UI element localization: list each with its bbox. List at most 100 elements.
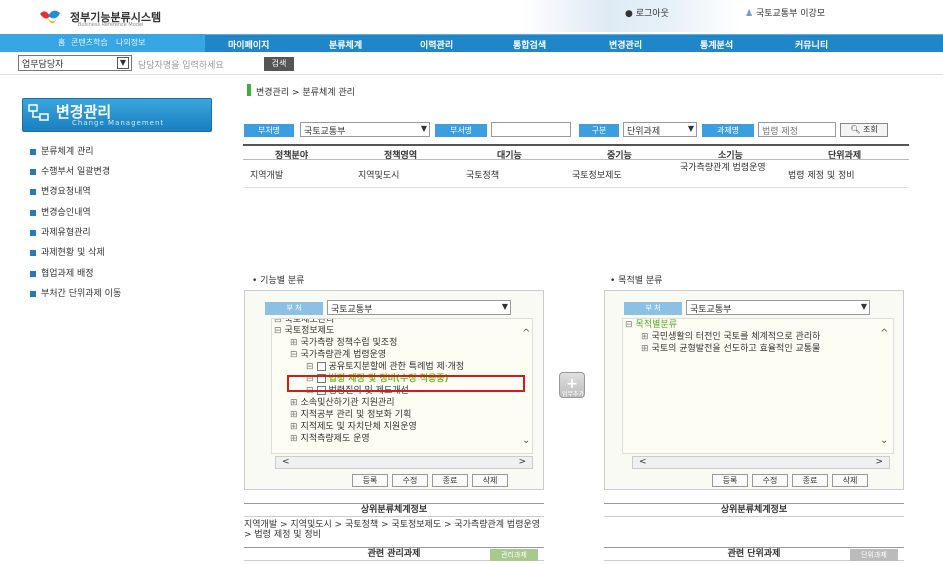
dept-input[interactable] — [491, 122, 571, 137]
tree-node[interactable]: ⊞ 소속및산하기관 지원관리 — [272, 397, 532, 409]
left-ministry-tag: 부 처 — [265, 302, 323, 315]
role-select[interactable]: 업무담당자 ▼ — [18, 55, 132, 71]
expand-icon[interactable]: ⊞ — [290, 398, 298, 408]
grid-cell[interactable]: 지역개발 — [250, 168, 283, 181]
left-ministry-select[interactable]: 국토교통부 ▼ — [327, 300, 511, 315]
right-delete-button[interactable]: 삭제 — [832, 474, 868, 487]
nav-home-link[interactable]: 홈 — [58, 37, 65, 48]
left-edit-button[interactable]: 수정 — [392, 474, 428, 487]
nav-mypage[interactable]: 마이페이지 — [228, 38, 269, 51]
scroll-left-icon[interactable]: < — [282, 457, 290, 467]
collapse-icon[interactable]: ⊟ — [306, 362, 314, 372]
tree-node[interactable]: ⊞ 지적공부 관리 및 정보화 기획 — [272, 409, 532, 421]
grid-header-cell: 중기능 — [607, 151, 632, 161]
grid-cell[interactable]: 국가측량관계 법령운영 — [680, 163, 780, 174]
scroll-down-icon[interactable]: ⌄ — [880, 435, 888, 446]
sidebar-item-task-status[interactable]: 과제현황 및 삭제 — [30, 245, 105, 258]
right-edit-button[interactable]: 수정 — [752, 474, 788, 487]
square-bullet-icon — [30, 270, 36, 277]
grid-header-cell: 정책분야 — [275, 151, 309, 161]
grid-cell[interactable]: 법령 제정 및 정비 — [788, 168, 855, 181]
horizontal-scrollbar[interactable]: < > — [275, 456, 533, 469]
magnifier-icon: 🔍︎ — [850, 125, 861, 134]
sidebar-item-approvals[interactable]: 변경승인내역 — [30, 205, 91, 218]
tree-node-label: 지적공부 관리 및 정보화 기획 — [300, 410, 412, 420]
sidebar-item-classification[interactable]: 분류체계 관리 — [30, 144, 94, 157]
ministry-select[interactable]: 국토교통부 ▼ — [300, 122, 430, 137]
scroll-down-icon[interactable]: ⌄ — [522, 435, 530, 446]
nav-community[interactable]: 커뮤니티 — [795, 38, 828, 51]
nav-integrated-search[interactable]: 통합검색 — [513, 38, 546, 51]
grid-header — [243, 144, 909, 160]
sidebar-item-move-task[interactable]: 부처간 단위과제 이동 — [30, 286, 121, 299]
checkbox[interactable] — [316, 362, 326, 371]
expand-icon[interactable]: ⊞ — [290, 338, 298, 348]
tree-node-label: 지적제도 및 자치단체 지원운영 — [300, 422, 417, 432]
left-register-button[interactable]: 등록 — [352, 474, 388, 487]
expand-icon[interactable]: ⊞ — [641, 332, 649, 342]
scroll-up-icon[interactable]: ^ — [522, 328, 530, 339]
grid-header-cell: 정책영역 — [384, 151, 418, 161]
tree-node[interactable]: ⊟ 공유토지분할에 관한 특례법 제·개정 — [272, 361, 532, 373]
nav-learning-link[interactable]: 콘텐츠학습 — [71, 37, 108, 48]
selected-task-highlight — [287, 375, 525, 392]
sidebar-item-label: 부처간 단위과제 이동 — [41, 289, 122, 299]
grid-cell[interactable]: 지역및도시 — [358, 168, 399, 181]
logout-link[interactable]: ● 로그아웃 — [625, 6, 669, 19]
right-ministry-tag: 부 처 — [624, 302, 682, 315]
tree-node[interactable]: ⊞ 지적제도 및 자치단체 지원운영 — [272, 421, 532, 433]
nav-history[interactable]: 이력관리 — [420, 38, 453, 51]
nav-classification[interactable]: 분류체계 — [329, 38, 362, 51]
sidebar-item-label: 분류체계 관리 — [41, 147, 94, 157]
sidebar-item-bulk-change[interactable]: 수행부서 일괄변경 — [30, 164, 110, 177]
nav-myinfo-link[interactable]: 나의정보 — [116, 37, 145, 48]
left-delete-button[interactable]: 삭제 — [472, 474, 508, 487]
sidebar-item-task-types[interactable]: 과제유형관리 — [30, 225, 91, 238]
grid-row-divider — [243, 187, 909, 188]
right-related-button[interactable]: 단위과제 — [850, 549, 898, 561]
tree-node[interactable]: ⊞ 국가측량 정책수립 및조정 — [272, 337, 532, 349]
collapse-icon[interactable]: ⊟ — [274, 326, 282, 336]
logo-icon[interactable] — [38, 8, 64, 26]
left-end-button[interactable]: 종료 — [432, 474, 468, 487]
search-input[interactable]: 담당자명을 입력하세요 — [138, 58, 224, 71]
expand-icon[interactable]: ⊞ — [290, 434, 298, 444]
scroll-up-icon[interactable]: ^ — [880, 328, 888, 339]
add-task-button[interactable]: + 업무추가 — [559, 372, 585, 398]
tree-node[interactable]: ⊟ 목적별분류 — [623, 319, 893, 331]
sidebar-item-change-requests[interactable]: 변경요청내역 — [30, 184, 91, 197]
tree-node[interactable]: ⊞ 국민생활의 터전인 국토를 체계적으로 관리하 — [623, 331, 893, 343]
collapse-icon[interactable]: ⊟ — [625, 320, 633, 330]
tree-node[interactable]: ⊞ 국토의 균형발전을 선도하고 효율적인 교통물 — [623, 343, 893, 355]
scroll-right-icon[interactable]: > — [518, 457, 526, 467]
tree-node[interactable]: ⊞ 지적측량제도 운영 — [272, 433, 532, 445]
tree-node-label: 공유토지분할에 관한 특례법 제·개정 — [328, 362, 465, 372]
expand-icon[interactable]: ⊞ — [641, 344, 649, 354]
tree-node[interactable]: ⊟ 국가측량관계 법령운영 — [272, 349, 532, 361]
task-input[interactable]: 법령 제정 — [758, 122, 836, 137]
nav-statistics[interactable]: 통계분석 — [700, 38, 733, 51]
nav-change-management[interactable]: 변경관리 — [609, 38, 642, 51]
query-button[interactable]: 🔍︎ 조회 — [840, 123, 888, 137]
purpose-tree: ⊟ 목적별분류 ⊞ 국민생활의 터전인 국토를 체계적으로 관리하 ⊞ 국토의 균형발전을… — [622, 318, 894, 454]
expand-icon[interactable]: ⊞ — [290, 422, 298, 432]
expand-icon[interactable]: ⊞ — [290, 410, 298, 420]
grid-cell[interactable]: 국토정보제도 — [572, 168, 622, 181]
right-end-button[interactable]: 종료 — [792, 474, 828, 487]
sidebar-item-collab[interactable]: 협업과제 배정 — [30, 266, 94, 279]
left-related-button[interactable]: 관리과제 — [490, 549, 538, 561]
right-ministry-select[interactable]: 국토교통부 ▼ — [686, 300, 870, 315]
collapse-icon[interactable]: ⊟ — [290, 350, 298, 360]
grid-cell[interactable]: 국토정책 — [466, 168, 499, 181]
search-button[interactable]: 검색 — [264, 57, 294, 71]
tree-node[interactable]: ⊟ 국토정보제도 — [272, 325, 532, 337]
type-select[interactable]: 단위과제 ▼ — [623, 122, 697, 137]
lock-icon: ● — [625, 9, 633, 19]
tree-node-label: 국토정보제도 — [284, 326, 335, 336]
right-register-button[interactable]: 등록 — [712, 474, 748, 487]
scroll-left-icon[interactable]: < — [639, 457, 647, 467]
horizontal-scrollbar[interactable]: < > — [632, 456, 890, 469]
scroll-right-icon[interactable]: > — [875, 457, 883, 467]
end-label: 종료 — [802, 476, 818, 485]
square-bullet-icon — [30, 209, 36, 216]
